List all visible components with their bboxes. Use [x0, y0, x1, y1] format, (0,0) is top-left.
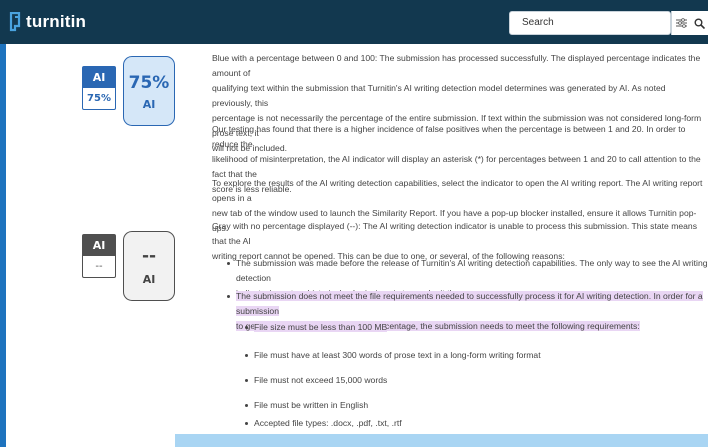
logo-text: turnitin	[26, 12, 87, 31]
search-input[interactable]: Search	[509, 11, 671, 35]
ai-indicator-small-gray: AI --	[82, 234, 116, 278]
ai-percentage: 75%	[128, 73, 170, 93]
requirement-text: Accepted file types: .docx, .pdf, .txt, …	[254, 418, 402, 428]
filter-button[interactable]	[671, 11, 691, 35]
text-line: To explore the results of the AI writing…	[212, 178, 703, 203]
text-line: qualifying text within the submission th…	[212, 83, 666, 108]
requirement-text: File must have at least 300 words of pro…	[254, 350, 541, 360]
list-item: Accepted file types: .docx, .pdf, .txt, …	[245, 416, 402, 431]
turnitin-logo[interactable]: turnitin	[8, 11, 87, 32]
requirement-text: File must be written in English	[254, 400, 369, 410]
ai-indicator-small-blue: AI 75%	[82, 66, 116, 110]
text-line: Our testing has found that there is a hi…	[212, 124, 686, 149]
list-item: File must not exceed 15,000 words	[244, 373, 388, 388]
list-item: File must be written in English	[244, 398, 369, 413]
top-navigation-bar: turnitin Search	[0, 0, 708, 44]
requirement-text: File must not exceed 15,000 words	[254, 375, 388, 385]
ai-label: AI	[142, 273, 156, 286]
ai-label: AI	[142, 98, 156, 111]
main-content: AI 75% 75% AI Blue with a percentage bet…	[0, 44, 708, 447]
search-icon	[694, 18, 705, 29]
search-placeholder: Search	[522, 17, 554, 28]
search-button[interactable]	[691, 11, 708, 35]
text-line: Gray with no percentage displayed (--): …	[212, 221, 697, 246]
list-item: File size must be less than 100 MB	[244, 320, 388, 335]
list-item: File must have at least 300 words of pro…	[245, 348, 541, 363]
text-line: Blue with a percentage between 0 and 100…	[212, 53, 701, 78]
ai-indicator-top-label: AI	[83, 235, 115, 256]
ai-indicator-bottom-value: 75%	[87, 93, 111, 104]
ai-indicator-top-label: AI	[83, 67, 115, 88]
ai-percentage: --	[141, 246, 157, 266]
ai-indicator-large-gray[interactable]: -- AI	[123, 231, 175, 301]
ai-indicator-large-blue[interactable]: 75% AI	[123, 56, 175, 126]
bottom-banner	[175, 434, 708, 447]
text-line: The submission was made before the relea…	[236, 258, 708, 283]
text-line: The submission does not meet the file re…	[236, 291, 703, 316]
turnitin-logo-icon	[8, 11, 22, 32]
ai-indicator-bottom-value: --	[95, 261, 103, 272]
filter-icon	[676, 18, 687, 28]
requirement-text: File size must be less than 100 MB	[254, 322, 388, 332]
